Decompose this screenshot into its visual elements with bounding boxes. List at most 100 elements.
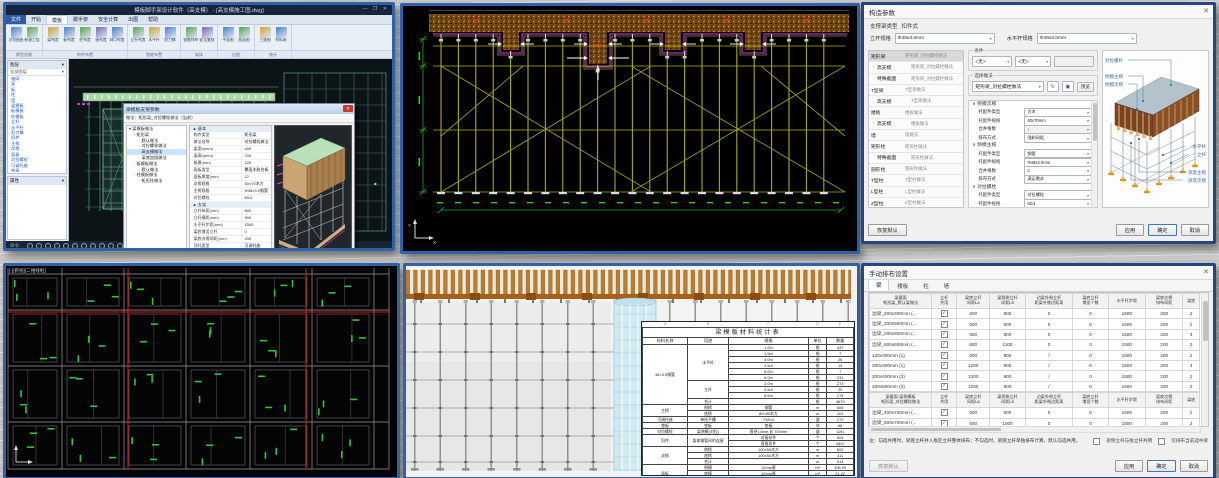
pole-spec-combo[interactable]: Φ48x3.0mm▾ <box>895 33 995 44</box>
ribbon-button[interactable]: 墙布置 <box>93 26 109 49</box>
param-section-header[interactable]: ∨ 侧模次楞 <box>969 101 1092 108</box>
viewport-label[interactable]: [-][俯视][二维线框] <box>9 268 46 274</box>
method-list-item[interactable]: 圆形柱圆形柱做法 <box>869 164 963 175</box>
method-list-item[interactable]: 楼板楼板做法 <box>869 107 963 118</box>
ribbon-tab[interactable]: 出图 <box>123 15 143 24</box>
property-row[interactable]: 立杆横距(mm)900 <box>190 215 271 222</box>
property-row[interactable]: 梁高h(mm)700 <box>190 153 271 160</box>
property-row[interactable]: 立杆纵距(mm)600 <box>190 208 271 215</box>
method-list-item[interactable]: 特殊截面矩形柱做法 <box>869 153 963 164</box>
dialog-titlebar[interactable]: 手动排布设置 ✕ <box>864 266 1213 280</box>
property-row[interactable]: 面板厚度(mm)12 <box>190 174 271 181</box>
property-row[interactable]: 水平杆步距(mm)1500 <box>190 222 271 229</box>
table-row[interactable]: 200x300mm (1)✓1200900/015002004 <box>870 360 1200 370</box>
ribbon-tab[interactable]: 开始 <box>26 15 46 24</box>
method-list-item[interactable]: 高支模矩形梁_对拉螺栓做法 <box>869 62 963 73</box>
ribbon-button[interactable]: 材料表 <box>273 26 289 49</box>
param-value-combo[interactable]: 满足需求▾ <box>1024 175 1092 184</box>
panel-3d-material[interactable]: ABCDE梁模板材料统计表材料名称用途规格单位数量48×3.5钢管水平杆1.0m… <box>403 263 860 478</box>
pin-icon[interactable]: ▾ <box>62 178 64 184</box>
restore-defaults-button[interactable]: 恢复默认 <box>869 460 908 472</box>
checkbox-checked[interactable]: ✓ <box>941 352 948 359</box>
ribbon-tab[interactable]: 文件 <box>6 15 26 24</box>
method-list-item[interactable]: L型柱L型柱做法 <box>869 187 963 198</box>
panel-cad-plan[interactable]: [-][俯视][二维线框] <box>3 263 400 478</box>
snap-toggle-icon[interactable] <box>81 243 87 249</box>
table-row[interactable]: 边梁_200x600mm (...✓6009000015002004 <box>870 329 1200 339</box>
window-titlebar[interactable]: 模板脚手架设计软件（高支模） - [高支模施工图.dwg] — ❐ ✕ <box>6 5 392 15</box>
checkbox-checked[interactable]: ✓ <box>941 331 948 338</box>
checkbox-checked[interactable]: ✓ <box>941 362 948 369</box>
elevation-drawing[interactable]: YX <box>403 6 851 245</box>
preview-button[interactable]: 预览 <box>1077 82 1094 92</box>
close-icon[interactable]: ✕ <box>1203 7 1209 15</box>
ribbon-button[interactable]: 新建工程 <box>24 26 40 49</box>
pin-icon[interactable]: ▾ <box>62 62 64 68</box>
dialog-button[interactable]: 取消 <box>1181 224 1209 236</box>
category-tab[interactable]: 楼板 <box>890 281 915 291</box>
method-combo[interactable]: 矩形梁_对拉螺栓做法▾ <box>972 81 1043 92</box>
panel-cad-elevation[interactable]: YX <box>400 3 860 254</box>
dialog-titlebar[interactable]: 构造参数 ✕ <box>864 5 1213 19</box>
table-cell[interactable]: ✓ <box>932 309 957 319</box>
method-list-item[interactable]: 矩形梁矩形梁_对拉螺栓做法 <box>869 51 963 62</box>
checkbox-checked[interactable]: ✓ <box>941 383 948 390</box>
table-cell[interactable]: ✓ <box>932 350 957 360</box>
layer-item[interactable]: 垫板 <box>8 168 66 172</box>
condition-combo-1[interactable]: <无>▾ <box>972 56 1012 67</box>
property-row[interactable]: 顶托类型可调托座 <box>190 243 271 250</box>
property-row[interactable]: 对拉螺栓M14 <box>190 195 271 202</box>
condition-value-input[interactable] <box>1054 56 1094 67</box>
ribbon-button[interactable]: 板布置 <box>61 26 77 49</box>
method-list-item[interactable]: 高支模楼板做法 <box>869 119 963 130</box>
dialog-button[interactable]: 应用 <box>1116 224 1144 236</box>
method-list-item[interactable]: 矩形柱矩形柱做法 <box>869 141 963 152</box>
checkbox-checked[interactable]: ✓ <box>941 310 948 317</box>
category-tab[interactable]: 梁 <box>868 279 889 291</box>
ribbon-button[interactable]: 梁布置 <box>45 26 61 49</box>
plan-drawing[interactable] <box>6 266 391 471</box>
method-list-item[interactable]: 特殊截面矩形梁_对拉螺栓做法 <box>869 74 963 85</box>
table-cell[interactable]: ✓ <box>932 360 957 370</box>
property-row[interactable]: 板厚(mm)120 <box>190 160 271 167</box>
category-tab[interactable]: 柱 <box>916 281 935 291</box>
param-value-combo[interactable]: 钢管▾ <box>1024 149 1092 158</box>
refresh-icon[interactable]: ↻ <box>1047 81 1059 92</box>
table-row[interactable]: 边梁_400x700mm (...✓6009000015002002 <box>870 408 1200 418</box>
method-list-item[interactable]: Z型柱Z型柱做法 <box>869 198 963 208</box>
param-value-combo[interactable]: 强制间距▾ <box>1024 133 1092 142</box>
table-row[interactable]: 边梁_200x500mm (...✓6009000015002002 <box>870 319 1200 329</box>
ribbon-button[interactable]: 识别图纸 <box>8 26 24 49</box>
checkbox-checked[interactable]: ✓ <box>941 321 948 328</box>
dialog-titlebar[interactable]: 梁模板支架参数 ✕ <box>124 104 354 114</box>
snap-toggle-icon[interactable] <box>27 243 33 249</box>
3d-preview[interactable] <box>274 125 352 251</box>
scrollbar-vertical[interactable] <box>1091 101 1097 207</box>
dialog-button[interactable]: 确定 <box>1147 460 1175 472</box>
ribbon-button[interactable]: 智能排布 <box>183 26 199 49</box>
snap-toggle-icon[interactable] <box>90 243 96 249</box>
snap-toggle-icon[interactable] <box>45 243 51 249</box>
property-row[interactable]: 面板类型覆面木胶合板 <box>190 167 271 174</box>
param-value-combo[interactable]: M14▾ <box>1024 199 1092 208</box>
table-row[interactable]: 200x400mm (3)✓1200900/015002002 <box>870 371 1200 381</box>
ribbon-button[interactable]: 剖面图 <box>236 26 252 49</box>
property-row[interactable]: 主楞规格Φ48×3.0钢管 <box>190 188 271 195</box>
property-row[interactable]: 梁底次楞间距(mm)200 <box>190 236 271 243</box>
ribbon-tab[interactable]: 脚手架 <box>68 15 93 24</box>
method-list-item[interactable]: 墙墙做法 <box>869 130 963 141</box>
ribbon-button[interactable]: 水平杆 <box>146 26 162 49</box>
table-cell[interactable]: ✓ <box>932 371 957 381</box>
restore-defaults-button[interactable]: 恢复默认 <box>868 224 907 236</box>
checkbox-checked[interactable]: ✓ <box>941 373 948 380</box>
ribbon-tab[interactable]: 帮助 <box>143 15 163 24</box>
close-icon[interactable]: ✕ <box>1203 268 1209 276</box>
scrollbar-horizontal[interactable] <box>868 426 1201 433</box>
table-cell[interactable]: ✓ <box>932 381 957 391</box>
method-list-item[interactable]: 高支模T型梁做法 <box>869 96 963 107</box>
table-cell[interactable]: ✓ <box>932 408 957 418</box>
table-cell[interactable]: ✓ <box>932 340 957 350</box>
scrollbar-vertical[interactable] <box>1201 293 1208 426</box>
property-row[interactable]: 梁底增设立杆0 <box>190 229 271 236</box>
ribbon-button[interactable]: 平面图 <box>220 26 236 49</box>
